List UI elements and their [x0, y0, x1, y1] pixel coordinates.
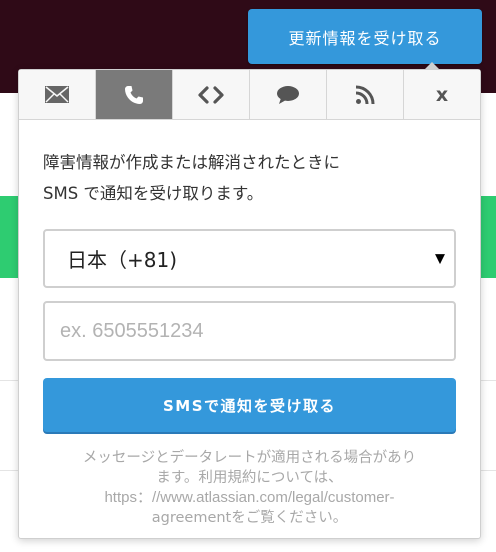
- tab-email[interactable]: [19, 70, 96, 119]
- dropdown-arrow-icon: ▼: [435, 251, 445, 266]
- sms-description-line: 障害情報が作成または解消されたときに: [43, 153, 340, 172]
- disclaimer-line: ます。利用規約については、: [156, 470, 343, 486]
- sms-subscribe-form: 障害情報が作成または解消されたときに SMS で通知を受け取ります。 日本（+8…: [19, 147, 480, 528]
- country-code-value: 日本（+81): [67, 248, 178, 272]
- subscribe-updates-button[interactable]: 更新情報を受け取る: [248, 9, 482, 64]
- sms-subscribe-button[interactable]: SMSで通知を受け取る: [43, 378, 456, 432]
- disclaimer-line: メッセージとデータレートが適用される場合があり: [82, 450, 417, 466]
- envelope-icon: [45, 86, 69, 103]
- tab-chat[interactable]: [250, 70, 327, 119]
- chat-bubble-icon: [277, 85, 299, 104]
- tab-rss[interactable]: [327, 70, 404, 119]
- subscribe-popup: x 障害情報が作成または解消されたときに SMS で通知を受け取ります。 日本（…: [18, 62, 481, 539]
- subscribe-tabs: x: [19, 70, 480, 120]
- terms-link[interactable]: https：//www.atlassian.com/legal/customer…: [104, 489, 394, 506]
- popup-caret: [424, 62, 440, 70]
- tab-close[interactable]: x: [404, 70, 480, 119]
- country-code-select[interactable]: 日本（+81) ▼: [43, 229, 456, 288]
- tab-embed[interactable]: [173, 70, 250, 119]
- tab-sms[interactable]: [96, 70, 173, 119]
- sms-disclaimer: メッセージとデータレートが適用される場合があり ます。利用規約については、 ht…: [43, 448, 456, 528]
- phone-icon: [125, 85, 143, 104]
- sms-description: 障害情報が作成または解消されたときに SMS で通知を受け取ります。: [43, 147, 456, 209]
- phone-number-input[interactable]: [43, 301, 456, 361]
- rss-icon: [355, 85, 375, 104]
- close-icon[interactable]: x: [436, 84, 448, 106]
- sms-description-line: SMS で通知を受け取ります。: [43, 184, 264, 203]
- code-icon: [198, 85, 224, 104]
- disclaimer-line: agreementをご覧ください。: [151, 510, 348, 526]
